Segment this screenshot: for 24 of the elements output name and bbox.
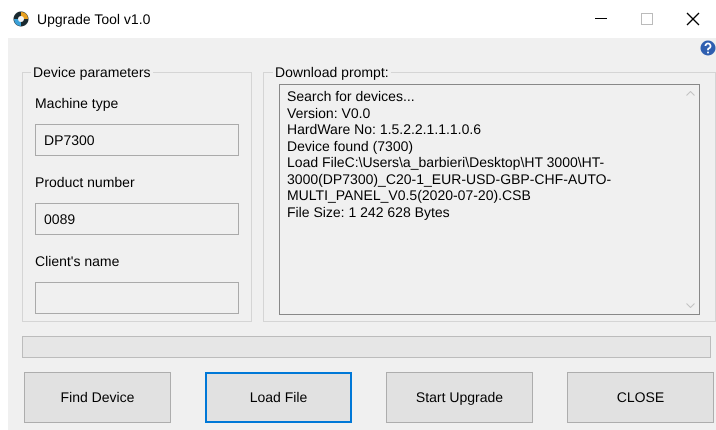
field-label: Product number [35, 173, 136, 192]
action-button[interactable]: Start Upgrade [386, 372, 533, 423]
help-icon[interactable] [700, 40, 716, 56]
log-line: File Size: 1 242 628 Bytes [287, 204, 451, 220]
input-field[interactable]: DP7300 [35, 124, 239, 156]
action-button[interactable]: Find Device [24, 372, 171, 423]
group-title: Device parameters [32, 63, 152, 82]
field-label: Client's name [35, 252, 120, 271]
input-field[interactable] [35, 282, 239, 314]
group-title: Download prompt: [274, 63, 390, 82]
scroll-down-icon[interactable] [686, 303, 695, 308]
action-button[interactable]: Load File [205, 372, 352, 423]
input-field[interactable]: 0089 [35, 203, 239, 235]
log-line: Version: V0.0 [287, 104, 372, 121]
log-area[interactable] [279, 84, 700, 315]
field-label: Machine type [35, 94, 120, 113]
scroll-up-icon[interactable] [686, 91, 695, 96]
action-button[interactable]: CLOSE [567, 372, 714, 423]
window-title: Upgrade Tool v1.0 [37, 10, 150, 29]
log-line: Device found (7300) [287, 138, 414, 154]
log-line: Search for devices... [287, 88, 416, 104]
app-logo-icon [13, 11, 29, 27]
log-line: HardWare No: 1.5.2.2.1.1.1.0.6 [287, 121, 482, 138]
log-line: Load FileC:\Users\a_barbieri\Desktop\HT 3000\HT-3000(DP7300)_C20-1_EUR-USD-GBP-CHF-AUTO-MULTI_PANEL_V0.5(2020-07-20).CSB [287, 154, 612, 204]
